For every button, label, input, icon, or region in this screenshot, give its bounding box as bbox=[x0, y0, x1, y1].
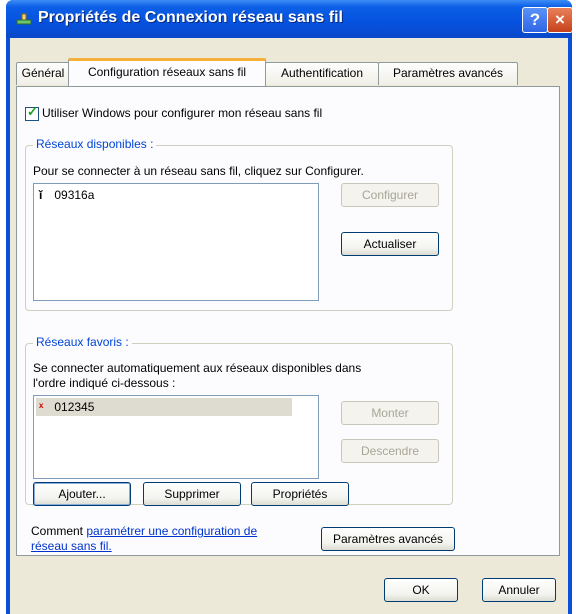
favorite-networks-list[interactable]: ˣ 012345 bbox=[33, 395, 319, 479]
tab-general[interactable]: Général bbox=[16, 62, 70, 85]
tab-advanced[interactable]: Paramètres avancés bbox=[378, 62, 518, 85]
network-connection-icon bbox=[16, 13, 32, 25]
use-windows-label: Utiliser Windows pour configurer mon rés… bbox=[42, 106, 323, 120]
tab-panel: ✓ Utiliser Windows pour configurer mon r… bbox=[16, 86, 560, 556]
help-prefix: Comment bbox=[31, 524, 87, 538]
network-name: 012345 bbox=[54, 400, 95, 414]
list-item[interactable]: ĭ 09316a bbox=[36, 186, 196, 204]
help-text: Comment paramétrer une configuration de bbox=[31, 524, 257, 538]
help-link-continued[interactable]: réseau sans fil. bbox=[31, 539, 112, 553]
advanced-settings-button[interactable]: Paramètres avancés bbox=[321, 527, 455, 551]
available-networks-list[interactable]: ĭ 09316a bbox=[33, 183, 319, 301]
move-up-button[interactable]: Monter bbox=[341, 401, 439, 425]
list-item[interactable]: ˣ 012345 bbox=[36, 398, 292, 416]
available-networks-description: Pour se connecter à un réseau sans fil, … bbox=[33, 164, 364, 178]
dialog-body: Général Configuration réseaux sans fil A… bbox=[10, 38, 568, 614]
use-windows-checkbox[interactable]: ✓ bbox=[25, 104, 39, 121]
properties-button[interactable]: Propriétés bbox=[251, 482, 349, 506]
tab-authentication[interactable]: Authentification bbox=[265, 62, 379, 85]
ok-button[interactable]: OK bbox=[384, 578, 458, 602]
cancel-button[interactable]: Annuler bbox=[482, 578, 556, 602]
configure-button[interactable]: Configurer bbox=[341, 183, 439, 207]
move-down-button[interactable]: Descendre bbox=[341, 439, 439, 463]
remove-button[interactable]: Supprimer bbox=[143, 482, 241, 506]
favorite-networks-description-1: Se connecter automatiquement aux réseaux… bbox=[33, 361, 362, 375]
available-networks-legend: Réseaux disponibles : bbox=[33, 137, 157, 151]
antenna-disconnected-icon: ˣ bbox=[39, 400, 44, 414]
properties-window: Propriétés de Connexion réseau sans fil … bbox=[6, 0, 573, 614]
antenna-icon: ĭ bbox=[39, 188, 43, 202]
help-link[interactable]: paramétrer une configuration de bbox=[86, 524, 257, 538]
title-bar[interactable]: Propriétés de Connexion réseau sans fil … bbox=[6, 0, 573, 38]
close-button[interactable]: × bbox=[547, 7, 573, 33]
favorite-networks-legend: Réseaux favoris : bbox=[33, 335, 132, 349]
network-name: 09316a bbox=[54, 188, 95, 202]
help-button[interactable]: ? bbox=[522, 7, 548, 33]
favorite-networks-description-2: l'ordre indiqué ci-dessous : bbox=[33, 376, 176, 390]
refresh-button[interactable]: Actualiser bbox=[341, 232, 439, 256]
tab-wireless-config[interactable]: Configuration réseaux sans fil bbox=[68, 58, 266, 86]
window-title: Propriétés de Connexion réseau sans fil bbox=[38, 9, 343, 26]
checkmark-icon: ✓ bbox=[27, 104, 38, 119]
add-button[interactable]: Ajouter... bbox=[33, 482, 131, 506]
